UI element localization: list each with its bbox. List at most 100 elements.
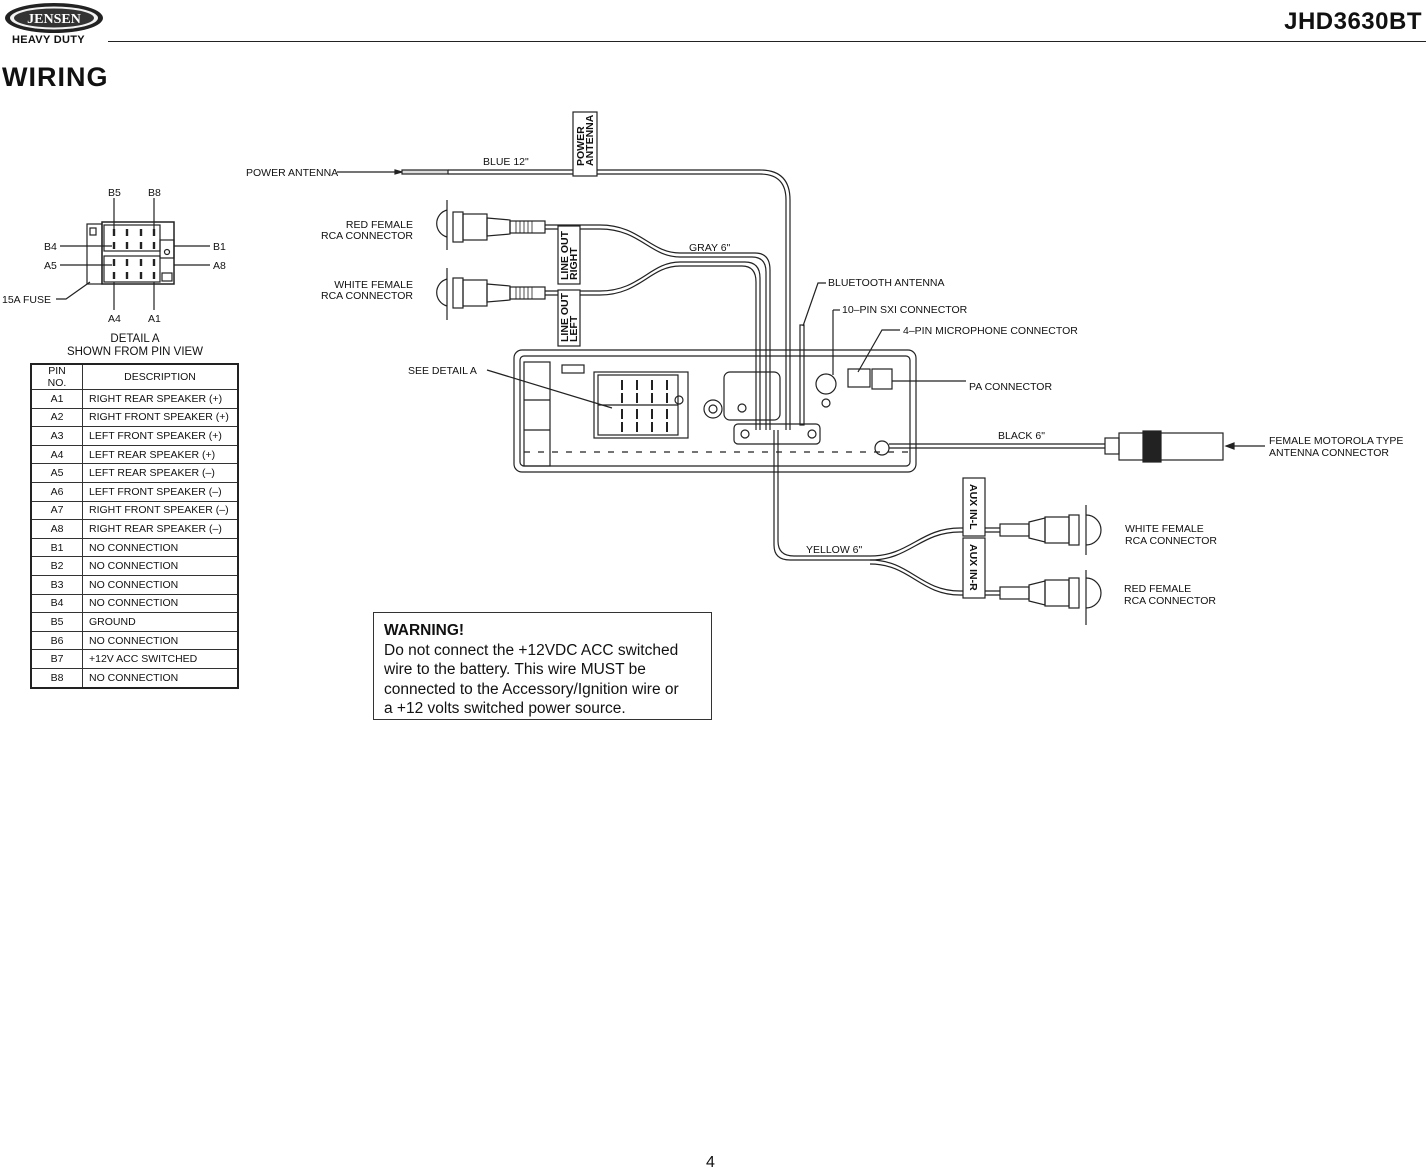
pin-cell: B8 (30, 667, 83, 689)
desc-cell: NO CONNECTION (82, 574, 239, 595)
aux-in-r-tag: AUX IN-R (967, 544, 979, 591)
desc-cell: NO CONNECTION (82, 630, 239, 651)
pin-label-a4: A4 (108, 313, 121, 325)
warning-line: wire to the battery. This wire MUST be (384, 661, 646, 678)
pin-cell: B1 (30, 537, 83, 558)
mic-connector-label: 4–PIN MICROPHONE CONNECTOR (903, 325, 1078, 337)
warning-line: a +12 volts switched power source. (384, 700, 626, 717)
table-row: A7 RIGHT FRONT SPEAKER (–) (30, 500, 239, 521)
table-row: A3 LEFT FRONT SPEAKER (+) (30, 426, 239, 446)
header-pin-no: PIN NO. (30, 363, 83, 390)
table-row: A5 LEFT REAR SPEAKER (–) (30, 463, 239, 483)
detail-a-connector (56, 198, 210, 310)
warning-line: Do not connect the +12VDC ACC switched (384, 641, 679, 659)
aux-in-l-tag: AUX IN-L (967, 484, 979, 530)
desc-cell: LEFT REAR SPEAKER (+) (82, 444, 239, 465)
pa-connector-label: PA CONNECTOR (969, 381, 1052, 393)
power-antenna-label: POWER ANTENNA (246, 167, 338, 179)
aux-white-rca-label-2: RCA CONNECTOR (1125, 535, 1217, 547)
red-rca-label-2: RCA CONNECTOR (321, 230, 413, 242)
page-number: 4 (706, 1154, 715, 1171)
table-row: A4 LEFT REAR SPEAKER (+) (30, 444, 239, 465)
gray-wire-label: GRAY 6" (689, 242, 731, 254)
line-out-left-tag-2: LEFT (568, 315, 580, 342)
detail-a-caption-1: DETAIL A (110, 333, 160, 345)
table-row: B1 NO CONNECTION (30, 537, 239, 558)
pin-label-b1: B1 (213, 241, 226, 253)
fuse-label: 15A FUSE (2, 294, 51, 306)
table-row: A1 RIGHT REAR SPEAKER (+) (30, 389, 239, 409)
warning-title: WARNING! (384, 622, 465, 639)
black-wire-label: BLACK 6" (998, 430, 1045, 442)
see-detail-label: SEE DETAIL A (408, 365, 477, 377)
pin-cell: A5 (30, 463, 83, 483)
table-row: B3 NO CONNECTION (30, 574, 239, 595)
pin-cell: B7 (30, 649, 83, 669)
table-row: A2 RIGHT FRONT SPEAKER (+) (30, 407, 239, 428)
table-row: B6 NO CONNECTION (30, 630, 239, 651)
aux-red-rca (999, 570, 1102, 625)
pin-cell: B6 (30, 630, 83, 651)
desc-cell: +12V ACC SWITCHED (82, 649, 239, 669)
sxi-connector-label: 10–PIN SXI CONNECTOR (842, 304, 968, 316)
pin-label-a5: A5 (44, 260, 57, 272)
desc-cell: NO CONNECTION (82, 593, 239, 614)
pin-cell: A1 (30, 389, 83, 409)
motorola-label-2: ANTENNA CONNECTOR (1269, 447, 1389, 459)
line-out-right-tag-2: RIGHT (568, 247, 580, 280)
table-row: B2 NO CONNECTION (30, 556, 239, 576)
desc-cell: LEFT REAR SPEAKER (–) (82, 463, 239, 483)
line-out-white-rca (436, 268, 546, 320)
aux-white-rca (999, 505, 1102, 555)
motorola-label-1: FEMALE MOTOROLA TYPE (1269, 435, 1403, 447)
table-row: A8 RIGHT REAR SPEAKER (–) (30, 519, 239, 539)
desc-cell: RIGHT FRONT SPEAKER (–) (82, 500, 239, 521)
desc-cell: NO CONNECTION (82, 537, 239, 558)
aux-red-rca-label-1: RED FEMALE (1124, 583, 1191, 595)
pin-label-b5: B5 (108, 187, 121, 199)
warning-line: connected to the Accessory/Ignition wire… (384, 680, 679, 698)
pin-cell: A7 (30, 500, 83, 521)
pin-cell: A6 (30, 481, 83, 502)
pin-cell: B4 (30, 593, 83, 614)
pin-cell: A8 (30, 519, 83, 539)
pin-cell: B3 (30, 574, 83, 595)
pin-cell: B5 (30, 612, 83, 632)
table-header-row: PIN NO. DESCRIPTION (30, 363, 239, 390)
white-rca-label-2: RCA CONNECTOR (321, 290, 413, 302)
desc-cell: NO CONNECTION (82, 667, 239, 689)
blue-wire-label: BLUE 12" (483, 156, 529, 168)
pin-cell: B2 (30, 556, 83, 576)
header-description: DESCRIPTION (82, 363, 239, 390)
desc-cell: NO CONNECTION (82, 556, 239, 576)
desc-cell: RIGHT REAR SPEAKER (–) (82, 519, 239, 539)
pin-label-a1: A1 (148, 313, 161, 325)
bluetooth-antenna-label: BLUETOOTH ANTENNA (828, 277, 945, 289)
pin-label-b4: B4 (44, 241, 57, 253)
pin-cell: A3 (30, 426, 83, 446)
line-out-red-rca (436, 200, 546, 250)
pin-assignment-table: PIN NO. DESCRIPTION A1 RIGHT REAR SPEAKER… (30, 363, 239, 689)
table-row: A6 LEFT FRONT SPEAKER (–) (30, 481, 239, 502)
desc-cell: GROUND (82, 612, 239, 632)
table-row: B5 GROUND (30, 612, 239, 632)
black-antenna-wire (889, 430, 1265, 463)
yellow-wire (773, 430, 1000, 599)
desc-cell: LEFT FRONT SPEAKER (+) (82, 426, 239, 446)
desc-cell: LEFT FRONT SPEAKER (–) (82, 481, 239, 502)
aux-white-rca-label-1: WHITE FEMALE (1125, 523, 1204, 535)
table-row: B4 NO CONNECTION (30, 593, 239, 614)
warning-box: WARNING! Do not connect the +12VDC ACC s… (373, 612, 712, 720)
power-antenna-tag-2: ANTENNA (584, 114, 596, 166)
table-row: B8 NO CONNECTION (30, 667, 239, 689)
pin-cell: A2 (30, 407, 83, 428)
pin-cell: A4 (30, 444, 83, 465)
aux-red-rca-label-2: RCA CONNECTOR (1124, 595, 1216, 607)
desc-cell: RIGHT FRONT SPEAKER (+) (82, 407, 239, 428)
desc-cell: RIGHT REAR SPEAKER (+) (82, 389, 239, 409)
yellow-wire-label: YELLOW 6" (806, 544, 863, 556)
pin-label-a8: A8 (213, 260, 226, 272)
detail-a-caption-2: SHOWN FROM PIN VIEW (67, 346, 203, 358)
pin-label-b8: B8 (148, 187, 161, 199)
table-row: B7 +12V ACC SWITCHED (30, 649, 239, 669)
